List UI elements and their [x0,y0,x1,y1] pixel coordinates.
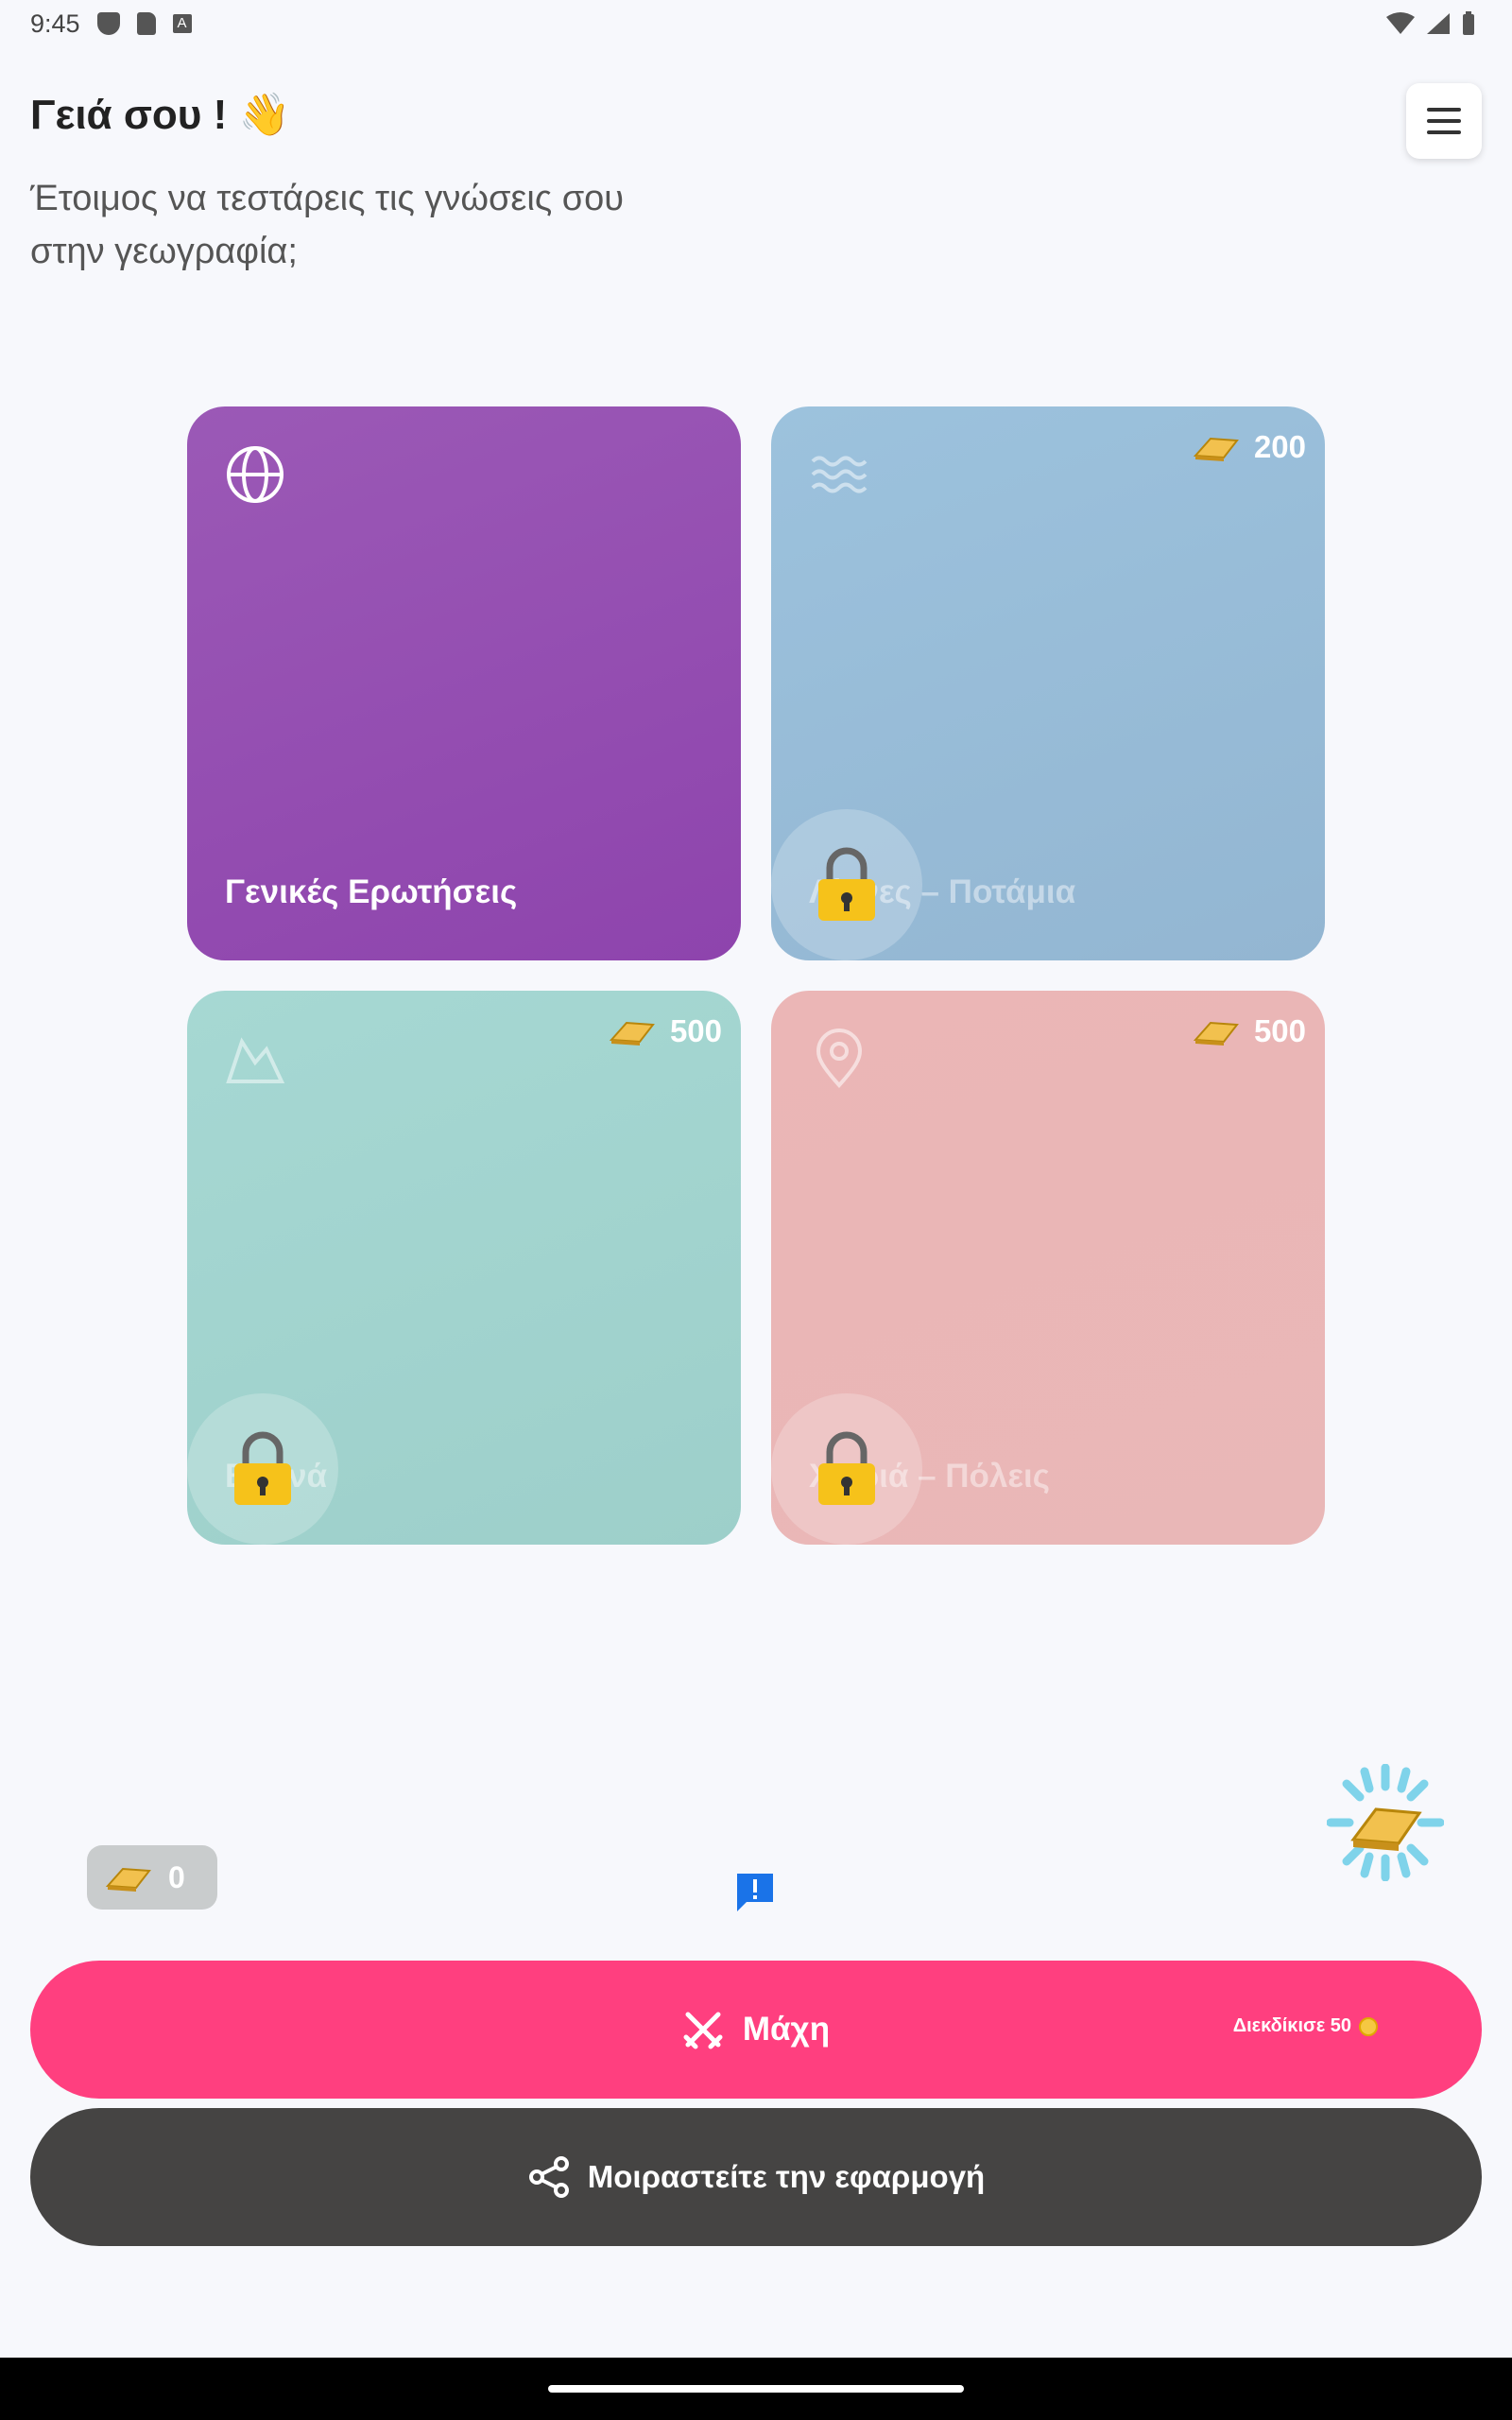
shield-icon [96,12,120,35]
location-pin-icon [816,1028,863,1088]
category-card-general[interactable]: Γενικές Ερωτήσεις [187,406,741,960]
globe-icon [227,446,284,503]
category-card-rivers[interactable]: 200 Λίμνες – Ποτάμια [771,406,1325,960]
daily-reward-icon[interactable] [1327,1764,1444,1881]
a-icon: A [172,14,192,33]
menu-icon-line [1427,130,1461,134]
share-icon [528,2156,569,2198]
signal-icon [1427,13,1450,34]
status-bar: 9:45 A [0,0,1512,47]
menu-icon-line [1427,119,1461,123]
menu-icon [1427,108,1461,112]
gold-bar-icon [1193,1021,1239,1046]
price-tag: 500 [608,1013,722,1049]
feedback-icon[interactable] [733,1870,777,1913]
battle-reward: Διεκδίκισε 50 [1233,2015,1378,2037]
battle-claim-text: Διεκδίκισε 50 [1232,2015,1351,2036]
sd-card-icon [136,12,156,35]
price-value: 500 [669,1013,722,1048]
share-label: Μοιραστείτε την εφαρμογή [587,2159,986,2194]
price-tag: 200 [1192,429,1306,465]
wallet-balance-badge[interactable]: 0 [87,1845,217,1910]
lock-icon [818,1431,875,1505]
lock-overlay [187,1393,338,1545]
lock-overlay [771,1393,922,1545]
share-app-button[interactable]: Μοιραστείτε την εφαρμογή [30,2108,1482,2246]
lock-icon [234,1431,291,1505]
wifi-icon [1386,12,1415,34]
mountain-icon [226,1037,285,1083]
wallet-balance: 0 [168,1859,185,1894]
greeting-title: Γειά σου ! 👋 [30,92,291,138]
category-card-cities[interactable]: 500 Χωριά – Πόλεις [771,991,1325,1545]
price-value: 200 [1253,429,1306,464]
greeting-subtitle: Έτοιμος να τεστάρεις τις γνώσεις σου στη… [30,179,625,271]
category-title: Γενικές Ερωτήσεις [225,873,518,910]
waves-icon [811,456,868,493]
category-card-mountains[interactable]: 500 Βουνά [187,991,741,1545]
crossed-swords-icon [683,2012,723,2049]
home-gesture-pill[interactable] [548,2385,964,2393]
battery-icon [1463,11,1474,35]
lock-overlay [771,809,922,960]
price-tag: 500 [1192,1013,1306,1049]
price-value: 500 [1253,1013,1306,1048]
coin-icon [1359,2016,1378,2036]
gold-bar-icon [1193,437,1239,461]
battle-label: Μάχη [742,2011,831,2048]
lock-icon [818,847,875,921]
gold-bar-icon [609,1021,655,1046]
battle-button[interactable]: Μάχη Διεκδίκισε 50 [30,1961,1482,2099]
status-time: 9:45 [30,9,80,38]
menu-button[interactable] [1406,83,1482,159]
gold-bar-icon [105,1867,151,1892]
